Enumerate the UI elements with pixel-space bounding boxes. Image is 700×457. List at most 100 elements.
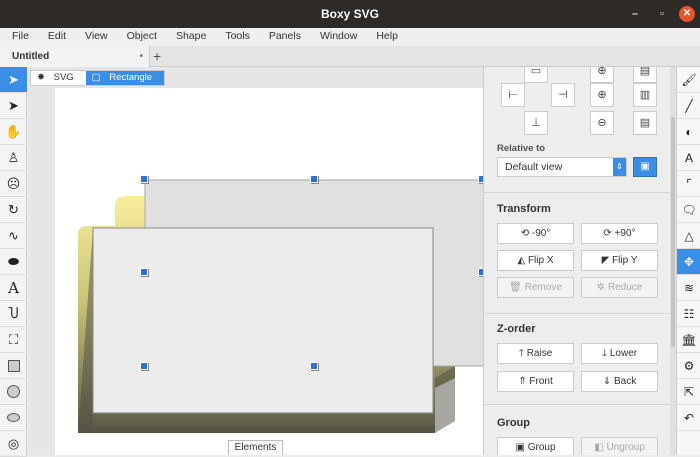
front-label: Front <box>529 376 553 387</box>
menu-help[interactable]: Help <box>364 28 405 46</box>
elements-button[interactable]: Elements <box>228 440 283 455</box>
distribute-icon[interactable]: ▤ <box>633 67 657 83</box>
ellipse-shape-icon[interactable] <box>0 405 27 431</box>
selection-handle[interactable] <box>140 268 148 276</box>
canvas-area[interactable]: ✸ SVG ▢ Rectangle Elements <box>28 67 483 455</box>
typography-icon[interactable]: A <box>677 145 700 171</box>
window-title: Boxy SVG <box>320 7 380 21</box>
rotate-cw-label: +90° <box>614 228 636 239</box>
drawing <box>78 179 483 433</box>
breadcrumb-svg[interactable]: ✸ SVG <box>31 71 86 85</box>
relative-to-select[interactable]: Default view ⇕ <box>497 157 627 177</box>
menu-file[interactable]: File <box>0 28 36 46</box>
faces-icon[interactable]: ☹ <box>0 171 27 197</box>
front-rectangle <box>92 227 434 414</box>
triangle-icon[interactable]: △ <box>677 223 700 249</box>
selection-handle[interactable] <box>140 362 148 370</box>
menu-view[interactable]: View <box>73 28 115 46</box>
flip-y-button[interactable]: ◤ Flip Y <box>581 250 658 271</box>
lower-button[interactable]: 🡓 Lower <box>581 343 658 364</box>
rotate-cw-button[interactable]: ⟳ +90° <box>581 223 658 244</box>
menu-panels[interactable]: Panels <box>257 28 308 46</box>
list-icon[interactable]: ☷ <box>677 301 700 327</box>
flip-x-label: Flip X <box>527 255 554 266</box>
reduce-label: Reduce <box>607 282 643 293</box>
align-center-v-icon[interactable]: ⊕ <box>590 67 614 83</box>
remove-button[interactable]: 🗑 Remove <box>497 277 574 298</box>
minimize-button[interactable]: – <box>632 0 638 28</box>
menu-object[interactable]: Object <box>115 28 164 46</box>
node-tool-icon[interactable]: ➤ <box>0 93 27 119</box>
group-section: Group ▣ Group ◧ Ungroup <box>484 404 670 455</box>
geometry-move-icon[interactable]: ✥ <box>677 249 700 275</box>
spiral-icon[interactable]: ↻ <box>0 197 27 223</box>
right-toolbar: 🖌 ╱ ◐ A ⌜ 🗨 △ ✥ ≋ ☷ 🏛 ⚙ ⇱ ↶ <box>676 67 700 455</box>
selection-handle[interactable] <box>310 175 318 183</box>
contrast-icon[interactable]: ◐ <box>677 119 700 145</box>
rectangle-tool-icon[interactable] <box>0 353 27 379</box>
undo-icon[interactable]: ↶ <box>677 405 700 431</box>
breadcrumb-rectangle[interactable]: ▢ Rectangle <box>85 71 165 85</box>
group-button[interactable]: ▣ Group <box>497 437 574 455</box>
front-button[interactable]: ⇑ Front <box>497 371 574 392</box>
stroke-brush-icon[interactable]: ╱ <box>677 93 700 119</box>
menu-tools[interactable]: Tools <box>213 28 257 46</box>
crop-icon[interactable]: ⛶ <box>0 327 27 353</box>
layers-icon[interactable]: ≋ <box>677 275 700 301</box>
gears-icon[interactable]: ⚙ <box>677 353 700 379</box>
library-icon[interactable]: 🏛 <box>677 327 700 353</box>
freehand-icon[interactable]: ∿ <box>0 223 27 249</box>
selection-handle[interactable] <box>140 175 148 183</box>
align-bottom-edge-icon[interactable]: ⊥ <box>524 111 548 135</box>
menu-window[interactable]: Window <box>308 28 364 46</box>
maximize-button[interactable]: ▫ <box>660 0 664 28</box>
rotate-ccw-button[interactable]: ⟲ -90° <box>497 223 574 244</box>
person-icon[interactable]: ♙ <box>0 145 27 171</box>
add-tab-button[interactable]: + <box>153 46 161 67</box>
relative-to-value: Default view <box>505 161 563 173</box>
ellipse-tool-icon[interactable]: ⬬ <box>0 249 27 275</box>
menu-edit[interactable]: Edit <box>36 28 73 46</box>
breadcrumb-svg-label: SVG <box>53 72 74 83</box>
lower-label: Lower <box>609 348 638 359</box>
transform-section: Transform ⟲ -90° ⟳ +90° ◭ Flip X ◤ Flip … <box>484 192 670 322</box>
chevron-updown-icon: ⇕ <box>613 158 626 176</box>
tab-label: Untitled <box>12 51 50 62</box>
align-right-icon[interactable]: ⊣ <box>551 83 575 107</box>
selection-handle[interactable] <box>310 362 318 370</box>
align-left-icon[interactable]: ⊢ <box>501 83 525 107</box>
menu-bar: File Edit View Object Shape Tools Panels… <box>0 28 700 46</box>
distribute-v-icon[interactable]: ▤ <box>633 111 657 135</box>
group-heading: Group <box>497 417 530 429</box>
menu-shape[interactable]: Shape <box>164 28 213 46</box>
back-button[interactable]: ⇓ Back <box>581 371 658 392</box>
align-middle-icon[interactable]: ⊖ <box>590 111 614 135</box>
comment-icon[interactable]: 🗨 <box>677 197 700 223</box>
ring-tool-icon[interactable]: ◎ <box>0 431 27 457</box>
close-button[interactable]: ✕ <box>679 6 695 22</box>
tab-bar: Untitled • + <box>0 46 700 67</box>
export-icon[interactable]: ⇱ <box>677 379 700 405</box>
ungroup-button[interactable]: ◧ Ungroup <box>581 437 658 455</box>
ruler-icon[interactable]: ⌜ <box>677 171 700 197</box>
path-text-icon[interactable]: Ⴎ <box>0 301 27 327</box>
left-toolbar: ➤ ➤ ✋ ♙ ☹ ↻ ∿ ⬬ A Ⴎ ⛶ ◎ <box>0 67 27 457</box>
modified-indicator: • <box>139 51 143 62</box>
fill-brush-icon[interactable]: 🖌 <box>677 67 700 93</box>
distribute-h-icon[interactable]: ▥ <box>633 83 657 107</box>
relative-to-pick-button[interactable]: ▣ <box>633 157 657 177</box>
flip-x-button[interactable]: ◭ Flip X <box>497 250 574 271</box>
select-tool-icon[interactable]: ➤ <box>0 67 27 93</box>
title-bar: Boxy SVG – ▫ ✕ <box>0 0 700 28</box>
pan-hand-icon[interactable]: ✋ <box>0 119 27 145</box>
text-tool-icon[interactable]: A <box>0 275 27 301</box>
zorder-section: Z-order 🡑 Raise 🡓 Lower ⇑ Front ⇓ Back <box>484 313 670 408</box>
align-center-h-icon[interactable]: ⊕ <box>590 83 614 107</box>
raise-button[interactable]: 🡑 Raise <box>497 343 574 364</box>
circle-tool-icon[interactable] <box>0 379 27 405</box>
artboard[interactable] <box>55 88 483 455</box>
reduce-button[interactable]: ✲ Reduce <box>581 277 658 298</box>
tab-untitled[interactable]: Untitled • <box>0 46 150 67</box>
scrollbar-thumb[interactable] <box>671 117 675 347</box>
align-bottom-icon[interactable]: ▭ <box>524 67 548 83</box>
